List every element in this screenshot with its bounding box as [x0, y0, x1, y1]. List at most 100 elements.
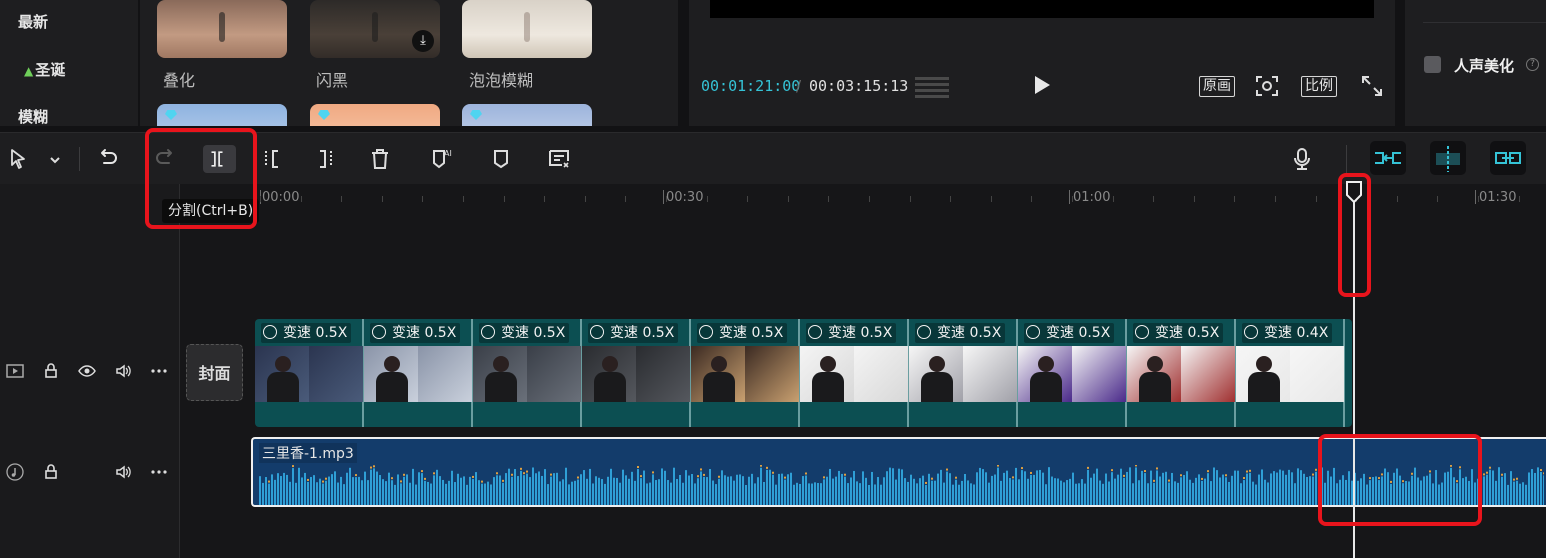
waveform-bar [871, 471, 873, 505]
volume-icon[interactable] [114, 463, 132, 481]
waveform-bar [916, 483, 918, 505]
waveform-peak [1486, 471, 1488, 474]
eye-icon[interactable] [78, 362, 96, 380]
waveform-bar [820, 483, 822, 505]
waveform-bar [988, 482, 990, 505]
waveform-bar [688, 475, 690, 505]
effect-thumb[interactable] [462, 104, 592, 126]
playhead-handle[interactable] [1345, 181, 1363, 204]
waveform-bar [1339, 479, 1341, 505]
waveform-bar [1420, 480, 1422, 505]
chevron-down-icon[interactable] [40, 145, 60, 173]
video-clip[interactable]: 变速 0.5X [582, 319, 691, 427]
waveform-bar [1468, 480, 1470, 505]
cover-button[interactable]: 封面 [186, 344, 243, 401]
ruler-minor-tick [1072, 196, 1073, 202]
waveform-peak [1087, 466, 1089, 469]
person-body [1139, 372, 1171, 402]
more-icon[interactable] [150, 463, 168, 481]
category-latest[interactable]: 最新 [18, 11, 48, 32]
effect-thumb-fade-black[interactable]: ⤓ [310, 0, 440, 58]
video-clip[interactable]: 变速 0.5X [909, 319, 1018, 427]
undo-icon[interactable] [96, 145, 124, 173]
category-christmas[interactable]: ▲ 圣诞 [24, 59, 65, 80]
video-clip[interactable]: 变速 0.5X [473, 319, 582, 427]
video-canvas[interactable] [710, 0, 1374, 18]
download-icon[interactable]: ⤓ [412, 30, 434, 52]
waveform-bar [298, 467, 300, 505]
waveform-peak [1390, 480, 1392, 483]
waveform-bar [1036, 470, 1038, 505]
waveform-bar [703, 476, 705, 505]
clip-thumbnail [1181, 346, 1235, 402]
video-clip[interactable]: 变速 0.5X [1127, 319, 1236, 427]
lock-icon[interactable] [42, 362, 60, 380]
trim-left-icon[interactable] [258, 145, 286, 173]
redo-icon[interactable] [151, 145, 179, 173]
waveform-bar [751, 473, 753, 505]
category-blur[interactable]: 模糊 [18, 106, 48, 127]
more-icon[interactable] [150, 362, 168, 380]
auto-mark-icon[interactable]: AI [427, 145, 455, 173]
video-clip[interactable]: 变速 0.5X [364, 319, 473, 427]
zoom-fit-icon[interactable] [1255, 75, 1279, 97]
voice-beautify-checkbox[interactable] [1424, 56, 1441, 73]
waveform-bar [1525, 484, 1527, 505]
center-snap-icon[interactable] [1430, 141, 1466, 175]
select-arrow-icon[interactable] [5, 145, 33, 173]
waveform-bar [1123, 477, 1125, 505]
waveform-bar [685, 470, 687, 505]
delete-icon[interactable] [366, 145, 394, 173]
waveform-bar [1156, 470, 1158, 505]
waveform-bar [1447, 471, 1449, 505]
trim-right-icon[interactable] [312, 145, 340, 173]
time-ruler[interactable]: 00:00 00:30 01:00 01:30 [180, 184, 1546, 210]
audio-track-clip[interactable]: 三里香-1.mp3 [251, 437, 1546, 507]
waveform-bar [1321, 467, 1323, 505]
split-button[interactable] [203, 145, 236, 173]
fullscreen-icon[interactable] [1361, 75, 1383, 97]
help-icon[interactable]: ? [1526, 58, 1539, 71]
video-track[interactable]: 变速 0.5X 变速 0.5X 变速 0.5X 变速 0.5X 变速 0.5X 变速 0.… [255, 319, 1352, 427]
video-clip[interactable]: 变速 0.5X [255, 319, 364, 427]
ruler-minor-tick [910, 196, 911, 202]
waveform-bar [1408, 481, 1410, 505]
microphone-icon[interactable] [1288, 145, 1316, 173]
waveform-peak [481, 480, 483, 483]
waveform-bar [1042, 472, 1044, 505]
waveform-peak [1450, 465, 1452, 467]
clip-thumbnail [1072, 346, 1126, 402]
effect-thumb[interactable] [157, 104, 287, 126]
video-clip[interactable]: 变速 0.5X [1018, 319, 1127, 427]
link-clips-icon[interactable] [1490, 141, 1526, 175]
waveform-peak [1381, 473, 1383, 476]
effect-thumb-bubble-blur[interactable] [462, 0, 592, 58]
waveform-bar [292, 468, 294, 505]
lock-icon[interactable] [42, 463, 60, 481]
waveform-bar [268, 483, 270, 505]
freeze-frame-icon[interactable] [546, 145, 574, 173]
video-clip[interactable]: 变速 0.5X [800, 319, 909, 427]
waveform-peak [931, 477, 933, 480]
waveform-bar [310, 476, 312, 505]
waveform-bar [931, 480, 933, 505]
waveform-bar [670, 482, 672, 505]
waveform-bar [337, 482, 339, 505]
waveform-bar [1270, 473, 1272, 505]
waveform-bar [1297, 468, 1299, 505]
play-icon[interactable] [1035, 76, 1050, 94]
waveform-bar [334, 471, 336, 505]
original-quality-button[interactable]: 原画 [1199, 76, 1235, 97]
effect-thumb[interactable] [310, 104, 440, 126]
volume-icon[interactable] [114, 362, 132, 380]
video-clip[interactable]: 变速 0.5X [691, 319, 800, 427]
marker-icon[interactable] [487, 145, 515, 173]
clip-thumbnail [582, 346, 636, 402]
voice-beautify-label: 人声美化 [1454, 57, 1515, 75]
effect-thumb-dissolve[interactable] [157, 0, 287, 58]
link-snap-icon[interactable] [1370, 141, 1406, 175]
waveform-bar [1018, 479, 1020, 505]
video-clip[interactable]: 变速 0.4X [1236, 319, 1345, 427]
waveform-peak [322, 480, 324, 483]
aspect-ratio-button[interactable]: 比例 [1301, 76, 1337, 97]
